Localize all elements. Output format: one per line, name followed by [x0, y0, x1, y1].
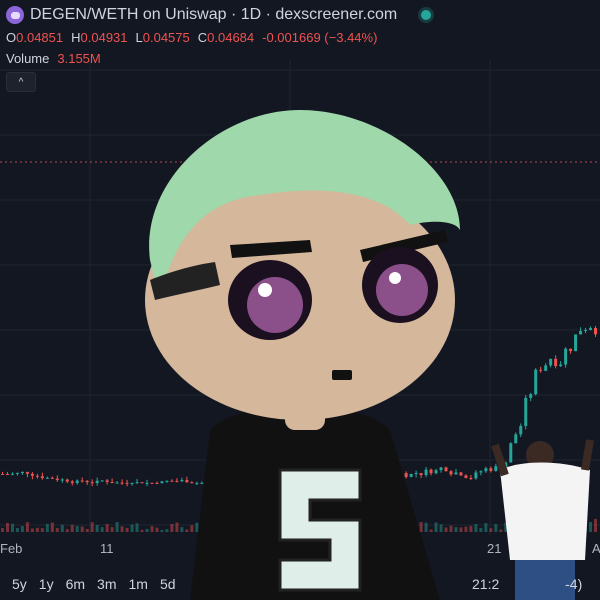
- right-eye: [362, 247, 438, 323]
- change-value: -0.001669 (−3.44%): [262, 30, 378, 45]
- timeframe-3m[interactable]: 3m: [97, 576, 116, 592]
- high-value: 0.04931: [80, 30, 128, 45]
- shirt-s-logo: [278, 468, 362, 592]
- timeframe-5y[interactable]: 5y: [12, 576, 27, 592]
- open-label: O: [6, 30, 17, 45]
- mouth: [332, 370, 352, 380]
- high-label: H: [71, 30, 81, 45]
- ohlc-row: O0.04851 H0.04931 L0.04575 C0.04684 -0.0…: [6, 30, 431, 45]
- x-label: 21: [487, 541, 502, 556]
- x-label: 11: [100, 541, 114, 556]
- chart-header: DEGEN/WETH on Uniswap · 1D · dexscreener…: [6, 6, 432, 92]
- timeframe-6m[interactable]: 6m: [66, 576, 85, 592]
- clock-time: 21:2: [472, 576, 500, 592]
- chevron-up-icon: ^: [18, 76, 24, 88]
- timeframe-1m[interactable]: 1m: [129, 576, 148, 592]
- low-label: L: [135, 30, 143, 45]
- close-label: C: [197, 30, 208, 45]
- degen-logo-icon: [6, 6, 24, 24]
- left-eye: [228, 260, 312, 340]
- clock: 21:2 -4): [472, 576, 582, 592]
- x-label: Feb: [0, 541, 23, 556]
- volume-value: 3.155M: [57, 51, 101, 66]
- pair-title-row: DEGEN/WETH on Uniswap · 1D · dexscreener…: [6, 6, 432, 24]
- live-status-icon: [421, 10, 432, 20]
- open-value: 0.04851: [16, 30, 64, 45]
- volume-row: Volume 3.155M: [6, 51, 431, 66]
- volume-label: Volume: [6, 51, 50, 66]
- timeframe-selector: 5y 1y 6m 3m 1m 5d: [12, 576, 176, 592]
- clock-tz: -4): [565, 576, 583, 592]
- x-label: A: [592, 541, 600, 556]
- timeframe-1y[interactable]: 1y: [39, 576, 54, 592]
- low-value: 0.04575: [142, 30, 190, 45]
- pair-title: DEGEN/WETH on Uniswap · 1D · dexscreener…: [30, 6, 398, 23]
- close-value: 0.04684: [207, 30, 255, 45]
- timeframe-5d[interactable]: 5d: [160, 576, 176, 592]
- collapse-legend-button[interactable]: ^: [6, 72, 36, 92]
